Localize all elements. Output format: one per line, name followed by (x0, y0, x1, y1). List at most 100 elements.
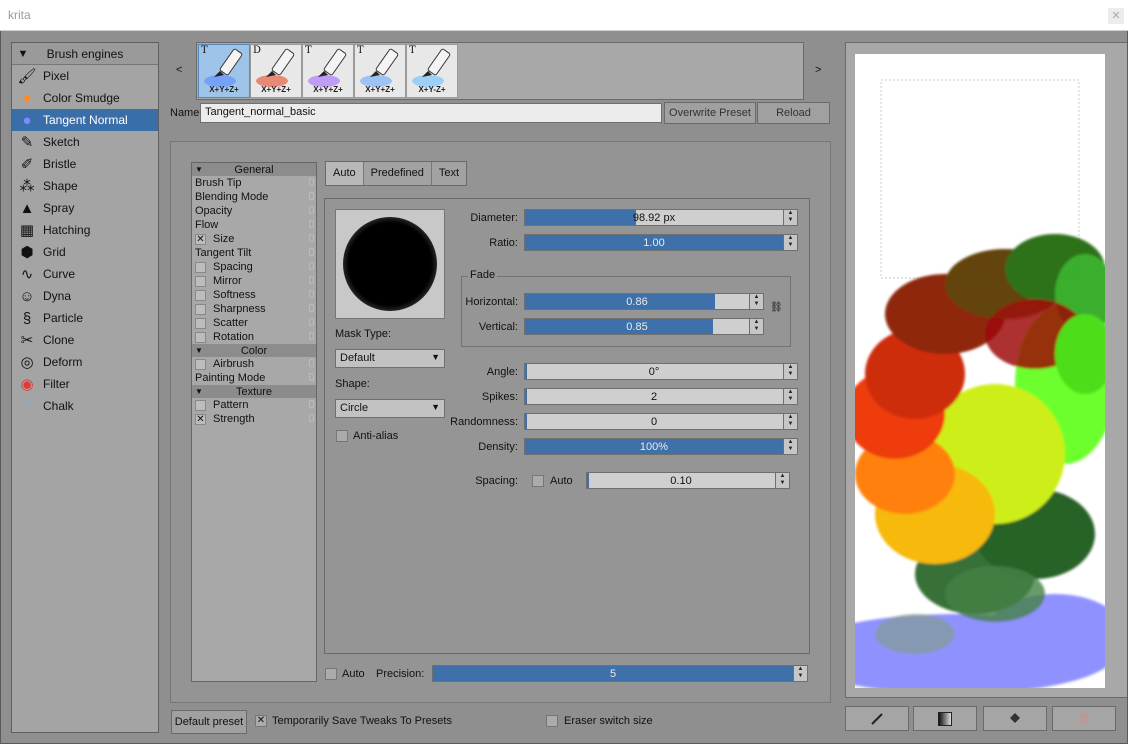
presets-next-arrow[interactable]: > (815, 64, 821, 76)
engine-item-particle[interactable]: § Particle (12, 307, 158, 329)
diameter-slider[interactable]: 98.92 px (524, 209, 784, 226)
spikes-slider[interactable]: 2 (524, 388, 784, 405)
brush-icon[interactable] (845, 706, 909, 731)
lock-icon[interactable] (309, 248, 314, 256)
clear-forbidden-icon[interactable]: ⊘ (1052, 706, 1116, 731)
lock-icon[interactable] (309, 276, 314, 284)
option-checkbox[interactable] (195, 317, 206, 329)
engine-item-filter[interactable]: ◉ Filter (12, 373, 158, 395)
option-strength[interactable]: ✕ Strength (192, 412, 316, 426)
engine-item-curve[interactable]: ∿ Curve (12, 263, 158, 285)
option-checkbox[interactable] (195, 275, 206, 287)
preset-thumbnail[interactable]: T X+Y-Z+ (406, 44, 458, 98)
overwrite-preset-button[interactable]: Overwrite Preset (664, 102, 756, 124)
vertical-slider[interactable]: 0.85 (524, 318, 750, 335)
option-sharpness[interactable]: Sharpness (192, 302, 316, 316)
lock-icon[interactable] (309, 206, 314, 214)
engine-item-spray[interactable]: ▲ Spray (12, 197, 158, 219)
shape-dropdown[interactable]: Circle ▼ (335, 399, 445, 418)
lock-icon[interactable] (309, 304, 314, 312)
option-checkbox[interactable] (195, 303, 206, 315)
aspect-lock-chain-icon[interactable]: ⛓ (770, 302, 783, 313)
option-spacing[interactable]: Spacing (192, 260, 316, 274)
option-checkbox[interactable]: ✕ (195, 413, 206, 425)
engine-item-chalk[interactable]: / Chalk (12, 395, 158, 417)
engine-item-pixel[interactable]: 🖌 Pixel (12, 65, 158, 87)
density-spinner[interactable]: ▲ ▼ (784, 438, 798, 455)
fill-bucket-icon[interactable] (983, 706, 1047, 731)
save-tweaks-checkbox[interactable]: ✕ (255, 715, 267, 727)
lock-icon[interactable] (309, 220, 314, 228)
horizontal-slider[interactable]: 0.86 (524, 293, 750, 310)
lock-icon[interactable] (309, 262, 314, 270)
preset-thumbnail[interactable]: T X+Y+Z+ (198, 44, 250, 98)
options-section-color[interactable]: ▼ Color (192, 344, 316, 357)
engine-item-color-smudge[interactable]: ● Color Smudge (12, 87, 158, 109)
lock-icon[interactable] (309, 400, 314, 408)
precision-slider[interactable]: 5 (432, 665, 794, 682)
options-section-general[interactable]: ▼ General (192, 163, 316, 176)
vertical-spinner[interactable]: ▲ ▼ (750, 318, 764, 335)
engine-item-dyna[interactable]: ☺ Dyna (12, 285, 158, 307)
brush-engines-header[interactable]: ▼ Brush engines (12, 43, 158, 65)
density-slider[interactable]: 100% (524, 438, 784, 455)
preset-thumbnail[interactable]: T X+Y+Z+ (302, 44, 354, 98)
reload-button[interactable]: Reload (757, 102, 830, 124)
preset-thumbnail[interactable]: T X+Y+Z+ (354, 44, 406, 98)
tab-predefined[interactable]: Predefined (363, 162, 432, 185)
lock-icon[interactable] (309, 373, 314, 381)
angle-spinner[interactable]: ▲ ▼ (784, 363, 798, 380)
spacing-slider[interactable]: 0.10 (586, 472, 776, 489)
close-icon[interactable]: ✕ (1108, 8, 1124, 24)
engine-item-tangent-normal[interactable]: ● Tangent Normal (12, 109, 158, 131)
angle-slider[interactable]: 0° (524, 363, 784, 380)
option-scatter[interactable]: Scatter (192, 316, 316, 330)
precision-auto-checkbox[interactable] (325, 668, 337, 680)
ratio-slider[interactable]: 1.00 (524, 234, 784, 251)
option-checkbox[interactable] (195, 358, 206, 370)
option-checkbox[interactable]: ✕ (195, 233, 206, 245)
lock-icon[interactable] (309, 318, 314, 326)
scratchpad-canvas[interactable] (855, 54, 1105, 688)
engine-item-sketch[interactable]: ✎ Sketch (12, 131, 158, 153)
engine-item-bristle[interactable]: ✐ Bristle (12, 153, 158, 175)
randomness-spinner[interactable]: ▲ ▼ (784, 413, 798, 430)
default-preset-button[interactable]: Default preset (171, 710, 247, 734)
collapse-triangle-icon[interactable]: ▼ (12, 48, 34, 60)
ratio-spinner[interactable]: ▲ ▼ (784, 234, 798, 251)
engine-item-hatching[interactable]: ▦ Hatching (12, 219, 158, 241)
preset-thumbnail[interactable]: D X+Y+Z+ (250, 44, 302, 98)
option-mirror[interactable]: Mirror (192, 274, 316, 288)
engine-item-grid[interactable]: ⬢ Grid (12, 241, 158, 263)
option-airbrush[interactable]: Airbrush (192, 357, 316, 371)
option-tangent-tilt[interactable]: Tangent Tilt (192, 246, 316, 260)
lock-icon[interactable] (309, 332, 314, 340)
lock-icon[interactable] (309, 234, 314, 242)
spacing-spinner[interactable]: ▲ ▼ (776, 472, 790, 489)
option-size[interactable]: ✕ Size (192, 232, 316, 246)
lock-icon[interactable] (309, 359, 314, 367)
option-checkbox[interactable] (195, 399, 206, 411)
option-flow[interactable]: Flow (192, 218, 316, 232)
option-opacity[interactable]: Opacity (192, 204, 316, 218)
anti-alias-checkbox[interactable] (336, 430, 348, 442)
engine-item-clone[interactable]: ✂ Clone (12, 329, 158, 351)
option-softness[interactable]: Softness (192, 288, 316, 302)
mask-type-dropdown[interactable]: Default ▼ (335, 349, 445, 368)
diameter-spinner[interactable]: ▲ ▼ (784, 209, 798, 226)
presets-prev-arrow[interactable]: < (176, 64, 182, 76)
lock-icon[interactable] (309, 290, 314, 298)
randomness-slider[interactable]: 0 (524, 413, 784, 430)
tab-text[interactable]: Text (431, 162, 467, 185)
preset-name-field[interactable]: Tangent_normal_basic (200, 103, 662, 123)
engine-item-deform[interactable]: ◎ Deform (12, 351, 158, 373)
option-checkbox[interactable] (195, 261, 206, 273)
horizontal-spinner[interactable]: ▲ ▼ (750, 293, 764, 310)
option-brush-tip[interactable]: Brush Tip (192, 176, 316, 190)
lock-icon[interactable] (309, 414, 314, 422)
spacing-auto-checkbox[interactable] (532, 475, 544, 487)
spikes-spinner[interactable]: ▲ ▼ (784, 388, 798, 405)
eraser-switch-size-checkbox[interactable] (546, 715, 558, 727)
precision-spinner[interactable]: ▲ ▼ (794, 665, 808, 682)
option-rotation[interactable]: Rotation (192, 330, 316, 344)
